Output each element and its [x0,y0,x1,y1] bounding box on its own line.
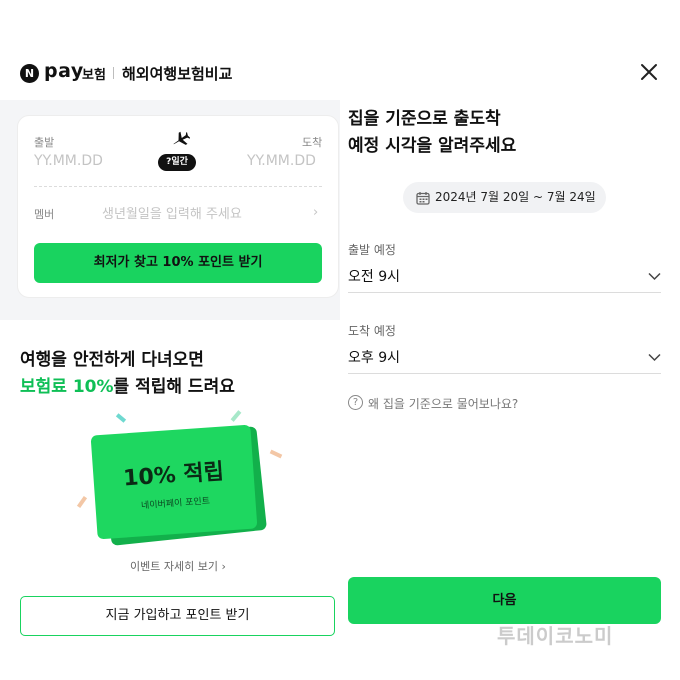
calendar-icon [416,190,430,205]
next-button[interactable]: 다음 [348,577,661,624]
itinerary-title-line2: 예정 시각을 알려주세요 [348,136,517,156]
points-card-illustration: 10% 적립 네이버페이 포인트 [76,410,283,546]
departure-label: 출발 [34,136,55,149]
event-details-link[interactable]: 이벤트 자세히 보기 › [130,558,226,574]
date-range-chip[interactable]: 2024년 7월 20일 ~ 7월 24일 [403,182,606,213]
confetti-pink-left [76,495,88,509]
help-link[interactable]: 왜 집을 기준으로 물어보나요? [368,395,518,412]
join-and-get-points-button[interactable]: 지금 가입하고 포인트 받기 [20,596,335,636]
header-divider [113,67,114,79]
arrival-time-select[interactable]: 오후 9시 [348,347,400,367]
departure-time-select[interactable]: 오전 9시 [348,266,400,286]
promo-headline: 여행을 안전하게 다녀오면 [20,350,204,370]
close-icon[interactable] [638,61,660,83]
pay-logo: pay [44,60,84,82]
arrival-date-input[interactable]: YY.MM.DD [247,153,316,169]
itinerary-title-line1: 집을 기준으로 출도착 [348,109,501,129]
naver-n-logo: N [20,64,39,83]
promo-highlight: 보험료 10% [20,377,114,397]
chevron-down-icon[interactable] [648,353,661,362]
departure-date-input[interactable]: YY.MM.DD [34,153,103,169]
promo-subheadline: 보험료 10%를 적립해 드려요 [20,372,235,397]
watermark: 투데이코노미 [497,624,614,648]
member-label: 멤버 [34,208,55,221]
arrival-label: 도착 [302,136,323,149]
promo-subheadline-rest: 를 적립해 드려요 [113,377,235,397]
help-icon[interactable]: ? [348,395,363,410]
departure-time-label: 출발 예정 [348,243,396,257]
chevron-down-icon[interactable] [648,272,661,281]
arrival-field-underline [348,373,661,374]
departure-field-underline [348,292,661,293]
find-lowest-price-button[interactable]: 최저가 찾고 10% 포인트 받기 [34,243,322,283]
birthdate-input[interactable]: 생년월일을 입력해 주세요 [102,203,242,222]
confetti-pink-right [269,449,283,459]
confetti-teal [115,413,127,423]
page-title: 해외여행보험비교 [122,65,233,83]
app-header: N pay 보험 해외여행보험비교 [0,0,680,100]
card-divider [34,186,322,187]
arrival-time-label: 도착 예정 [348,324,396,338]
trip-days-badge: ?일간 [158,154,196,171]
confetti-mint [230,410,242,422]
insurance-logo-label: 보험 [82,68,106,83]
chevron-right-icon[interactable]: › [313,205,318,220]
airplane-icon [170,130,191,148]
